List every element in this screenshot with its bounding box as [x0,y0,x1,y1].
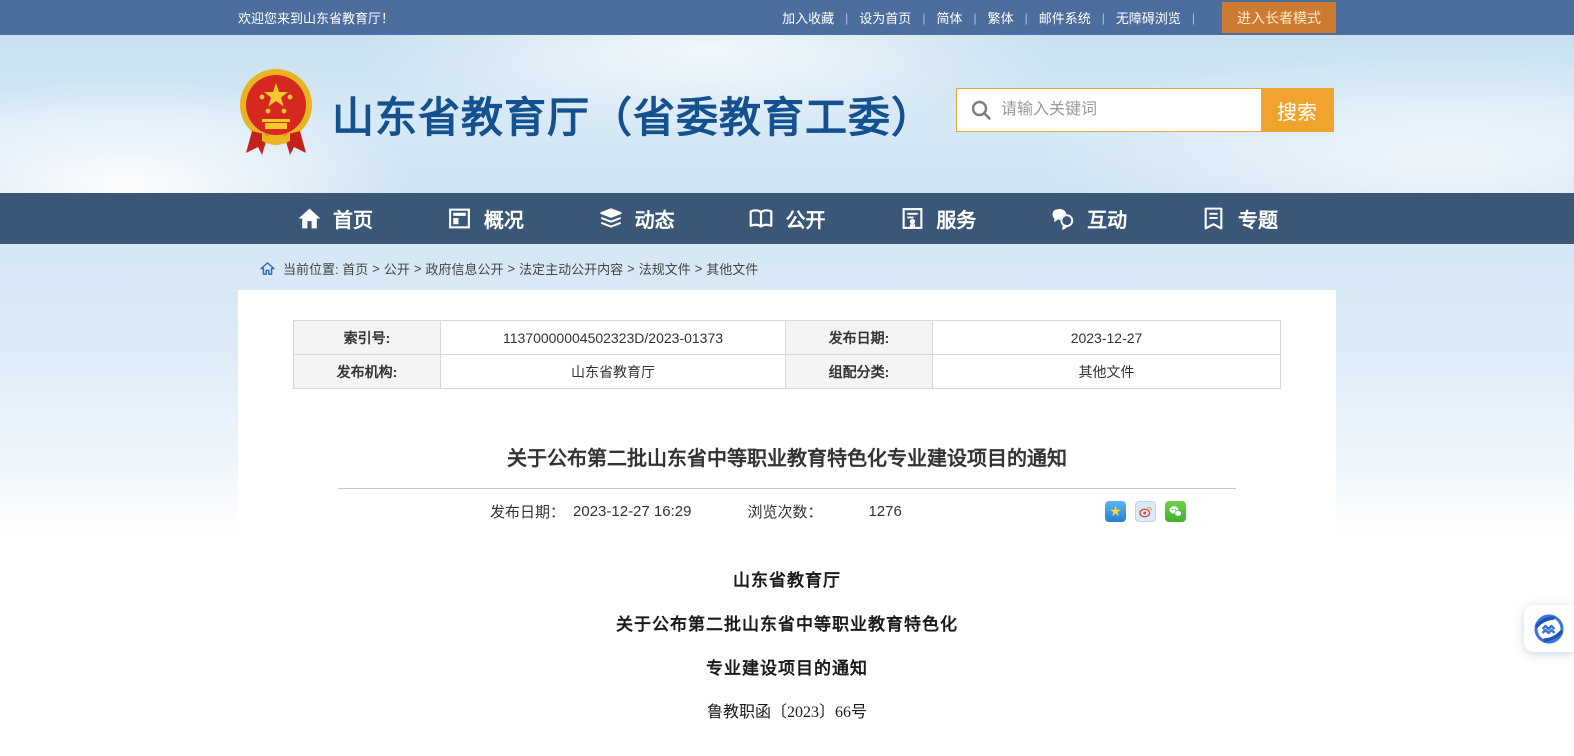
nav-item-overview[interactable]: 概况 [447,204,524,233]
nav-item-label: 服务 [936,204,976,233]
index-number-label: 索引号: [294,321,441,355]
site-search: 搜索 [956,88,1334,132]
service-badge-icon [899,206,925,232]
page: 欢迎您来到山东省教育厅！ 加入收藏 | 设为首页 | 简体 | 繁体 | 邮件系… [0,0,1574,756]
nav-item-label: 首页 [333,204,373,233]
article-body: 山东省教育厅 关于公布第二批山东省中等职业教育特色化 专业建设项目的通知 鲁教职… [238,571,1336,723]
qzone-share-icon[interactable]: ★ [1105,501,1126,522]
view-count-value: 1276 [868,503,901,520]
separator: | [1192,11,1195,25]
welcome-text: 欢迎您来到山东省教育厅！ [238,8,394,27]
news-stack-icon [598,206,624,232]
simplified-chinese-link[interactable]: 简体 [936,8,962,27]
separator: | [1102,11,1105,25]
breadcrumb-item-gov-info[interactable]: 政府信息公开 [425,259,503,278]
floating-service-widget[interactable] [1524,605,1574,652]
main-navigation: 首页 概况 [0,193,1574,244]
breadcrumb: 当前位置: 首页 > 公开 > 政府信息公开 > 法定主动公开内容 > 法规文件… [238,244,1336,290]
publisher-value: 山东省教育厅 [441,355,786,389]
separator: | [922,11,925,25]
accessibility-link[interactable]: 无障碍浏览 [1116,8,1181,27]
mail-system-link[interactable]: 邮件系统 [1039,8,1091,27]
breadcrumb-separator: > [414,261,422,276]
nav-item-label: 公开 [785,204,825,233]
nav-item-topics[interactable]: 专题 [1201,204,1278,233]
nav-item-label: 动态 [635,204,675,233]
nav-item-label: 互动 [1087,204,1127,233]
separator: | [1025,11,1028,25]
article-body-line: 山东省教育厅 [238,571,1336,591]
index-number-value: 11370000004502323D/2023-01373 [441,321,786,355]
gov-service-icon [1533,613,1565,645]
search-icon [970,99,992,121]
share-buttons: ★ [1105,501,1186,522]
site-title: 山东省教育厅（省委教育工委） [332,84,934,145]
publish-time-label: 发布日期： [490,501,565,522]
publish-date-label: 发布日期: [786,321,933,355]
breadcrumb-separator: > [507,261,515,276]
site-header: 山东省教育厅（省委教育工委） 搜索 [0,35,1574,193]
weibo-share-icon[interactable] [1135,501,1156,522]
breadcrumb-item-statutory[interactable]: 法定主动公开内容 [519,259,623,278]
breadcrumb-prefix: 当前位置: [283,259,339,278]
breadcrumb-item-regulations[interactable]: 法规文件 [639,259,691,278]
breadcrumb-separator: > [627,261,635,276]
add-favorite-link[interactable]: 加入收藏 [782,8,834,27]
search-input[interactable] [1001,89,1261,131]
document-number-line: 鲁教职函〔2023〕66号 [238,703,1336,723]
page-title: 关于公布第二批山东省中等职业教育特色化专业建设项目的通知 [238,442,1336,471]
breadcrumb-item-public[interactable]: 公开 [384,259,410,278]
open-book-icon [748,206,774,232]
document-meta-table: 索引号: 11370000004502323D/2023-01373 发布日期:… [293,320,1281,389]
top-utility-bar: 欢迎您来到山东省教育厅！ 加入收藏 | 设为首页 | 简体 | 繁体 | 邮件系… [0,0,1574,35]
set-homepage-link[interactable]: 设为首页 [859,8,911,27]
breadcrumb-item-other-docs[interactable]: 其他文件 [706,259,758,278]
nav-item-home[interactable]: 首页 [296,204,373,233]
nav-item-label: 概况 [484,204,524,233]
overview-icon [447,206,473,232]
nav-item-interact[interactable]: 互动 [1050,204,1127,233]
view-count-label: 浏览次数： [747,501,822,522]
national-emblem-logo [238,67,314,161]
article-body-line: 关于公布第二批山东省中等职业教育特色化 [238,615,1336,635]
article-body-line: 专业建设项目的通知 [238,659,1336,679]
breadcrumb-item-home[interactable]: 首页 [342,259,368,278]
breadcrumb-separator: > [372,261,380,276]
home-icon [296,206,322,232]
publish-date-value: 2023-12-27 [933,321,1281,355]
nav-item-news[interactable]: 动态 [598,204,675,233]
elder-mode-button[interactable]: 进入长者模式 [1222,2,1336,33]
category-value: 其他文件 [933,355,1281,389]
search-button[interactable]: 搜索 [1261,89,1333,131]
breadcrumb-separator: > [695,261,703,276]
article-meta-row: 发布日期： 2023-12-27 16:29 浏览次数： 1276 ★ [238,489,1336,533]
article-card: 索引号: 11370000004502323D/2023-01373 发布日期:… [238,290,1336,756]
table-row: 索引号: 11370000004502323D/2023-01373 发布日期:… [294,321,1281,355]
publisher-label: 发布机构: [294,355,441,389]
topbar-links: 加入收藏 | 设为首页 | 简体 | 繁体 | 邮件系统 | 无障碍浏览 | 进… [782,0,1336,35]
table-row: 发布机构: 山东省教育厅 组配分类: 其他文件 [294,355,1281,389]
nav-item-public[interactable]: 公开 [748,204,825,233]
content-area: 当前位置: 首页 > 公开 > 政府信息公开 > 法定主动公开内容 > 法规文件… [0,244,1574,756]
nav-item-label: 专题 [1238,204,1278,233]
nav-item-service[interactable]: 服务 [899,204,976,233]
wechat-share-icon[interactable] [1165,501,1186,522]
breadcrumb-home-icon [260,261,275,276]
category-label: 组配分类: [786,355,933,389]
separator: | [973,11,976,25]
publish-time-value: 2023-12-27 16:29 [573,503,691,520]
topics-doc-icon [1201,206,1227,232]
chat-bubbles-icon [1050,206,1076,232]
separator: | [845,11,848,25]
traditional-chinese-link[interactable]: 繁体 [988,8,1014,27]
